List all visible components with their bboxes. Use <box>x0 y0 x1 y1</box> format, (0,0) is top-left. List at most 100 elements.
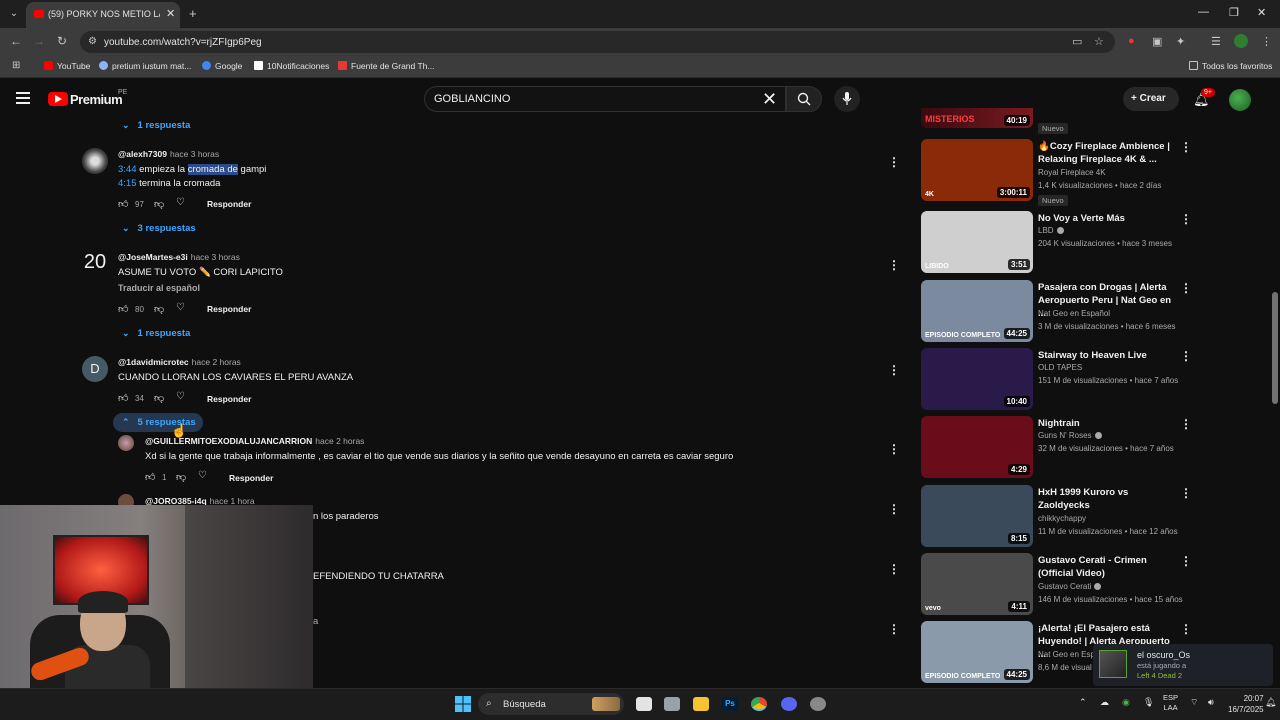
video-thumbnail[interactable]: EPISODIO COMPLETO 44:25 <box>921 621 1033 683</box>
windows-start-icon[interactable] <box>455 696 471 712</box>
comment-avatar[interactable] <box>82 148 108 174</box>
video-title[interactable]: No Voy a Verte Más <box>1038 212 1178 225</box>
view-replies-button[interactable]: ⌄ 1 respuesta <box>122 120 190 131</box>
tab-close-icon[interactable]: ✕ <box>166 7 175 20</box>
video-title[interactable]: Stairway to Heaven Live <box>1038 349 1178 362</box>
bookmark-pretium[interactable]: pretium iustum mat... <box>99 61 191 71</box>
like-icon[interactable]: 👍︎ <box>145 471 155 483</box>
account-avatar[interactable] <box>1229 89 1251 111</box>
reply-avatar[interactable] <box>118 435 134 451</box>
cast-icon[interactable]: ▭ <box>1072 35 1082 48</box>
onedrive-icon[interactable]: ☁ <box>1100 697 1109 708</box>
reply-button[interactable]: Responder <box>207 199 251 209</box>
dislike-icon[interactable]: 👎︎ <box>176 471 186 483</box>
video-channel[interactable]: Gustavo Cerati <box>1038 582 1102 591</box>
like-icon[interactable]: 👍︎ <box>118 198 128 210</box>
like-icon[interactable]: 👍︎ <box>118 303 128 315</box>
window-close-icon[interactable]: ✕ <box>1257 6 1266 19</box>
bookmark-fuente[interactable]: Fuente de Grand Th... <box>338 61 434 71</box>
view-replies-button[interactable]: ⌄ 3 respuestas <box>122 223 196 234</box>
dislike-icon[interactable]: 👎︎ <box>154 392 164 404</box>
extension-red-icon[interactable]: ● <box>1128 35 1135 47</box>
reload-icon[interactable]: ↻ <box>57 34 67 48</box>
view-replies-button[interactable]: ⌄ 1 respuesta <box>122 328 190 339</box>
language-indicator[interactable]: ESP LAA <box>1163 693 1178 713</box>
menu-icon[interactable] <box>16 92 30 107</box>
comment-more-icon[interactable]: ⋮ <box>888 363 900 377</box>
clear-search-icon[interactable]: ✕ <box>762 89 777 109</box>
video-thumbnail[interactable]: 8:15 <box>921 485 1033 547</box>
browser-tab[interactable]: (59) PORKY NOS METIO LA RATA ✕ <box>26 2 180 28</box>
heart-icon[interactable]: ♡ <box>176 391 185 402</box>
app-icon[interactable] <box>810 697 826 711</box>
dislike-icon[interactable]: 👎︎ <box>154 303 164 315</box>
video-more-icon[interactable]: ⋮ <box>1180 281 1192 295</box>
video-channel[interactable]: OLD TAPES <box>1038 363 1082 372</box>
video-title[interactable]: Nightrain <box>1038 417 1178 430</box>
reply-button[interactable]: Responder <box>207 394 251 404</box>
taskbar-search-label[interactable]: Búsqueda <box>503 699 546 710</box>
video-more-icon[interactable]: ⋮ <box>1180 349 1192 363</box>
video-channel[interactable]: Royal Fireplace 4K <box>1038 168 1106 177</box>
wifi-icon[interactable]: ⌔ <box>1190 697 1198 708</box>
video-more-icon[interactable]: ⋮ <box>1180 140 1192 154</box>
reading-list-icon[interactable]: ☰ <box>1211 35 1221 48</box>
minimize-icon[interactable]: — <box>1198 6 1209 18</box>
reply-button[interactable]: Responder <box>207 304 251 314</box>
video-more-icon[interactable]: ⋮ <box>1180 212 1192 226</box>
volume-icon[interactable]: 🔊︎ <box>1208 697 1214 708</box>
video-title[interactable]: 🔥Cozy Fireplace Ambience | Relaxing Fire… <box>1038 140 1178 166</box>
task-view-icon[interactable] <box>636 697 652 711</box>
extension-icon[interactable]: ▣ <box>1152 35 1162 48</box>
bookmark-x[interactable]: 10Notificaciones <box>254 61 329 71</box>
comment-more-icon[interactable]: ⋮ <box>888 258 900 272</box>
new-tab-button[interactable]: + <box>189 6 197 21</box>
site-info-icon[interactable]: ⚙ <box>88 36 97 47</box>
search-input-value[interactable]: GOBLIANCINO <box>434 93 510 105</box>
video-more-icon[interactable]: ⋮ <box>1180 622 1192 636</box>
translate-link[interactable]: Traducir al español <box>118 283 200 293</box>
reply-author[interactable]: @GUILLERMITOEXODIALUJANCARRION <box>145 436 312 446</box>
tab-search-icon[interactable]: ⌄ <box>6 6 22 22</box>
like-icon[interactable]: 👍︎ <box>118 392 128 404</box>
comment-more-icon[interactable]: ⋮ <box>888 622 900 636</box>
heart-icon[interactable]: ♡ <box>198 470 207 481</box>
comment-more-icon[interactable]: ⋮ <box>888 562 900 576</box>
restore-icon[interactable]: ❐ <box>1229 6 1239 19</box>
photoshop-icon[interactable]: Ps <box>722 697 738 711</box>
apps-grid-icon[interactable]: ⊞ <box>12 60 20 71</box>
discord-icon[interactable] <box>781 697 797 711</box>
comment-more-icon[interactable]: ⋮ <box>888 502 900 516</box>
search-highlight-icon[interactable] <box>592 697 620 711</box>
bookmark-google[interactable]: Google <box>202 61 242 71</box>
profile-avatar-icon[interactable] <box>1234 34 1248 48</box>
voice-search-button[interactable] <box>834 86 860 112</box>
microphone-tray-icon[interactable]: 🎙︎ <box>1143 697 1154 708</box>
video-more-icon[interactable]: ⋮ <box>1180 554 1192 568</box>
all-bookmarks[interactable]: Todos los favoritos <box>1189 61 1272 71</box>
page-scrollbar[interactable] <box>1272 292 1278 404</box>
reply-button[interactable]: Responder <box>229 473 273 483</box>
heart-icon[interactable]: ♡ <box>176 197 185 208</box>
chrome-icon[interactable] <box>751 697 767 711</box>
comment-author[interactable]: @alexh7309 <box>118 149 167 159</box>
chrome-menu-icon[interactable]: ⋮ <box>1261 35 1272 48</box>
video-thumbnail[interactable]: 10:40 <box>921 348 1033 410</box>
video-more-icon[interactable]: ⋮ <box>1180 486 1192 500</box>
video-channel[interactable]: Nat Geo en Esp <box>1038 650 1095 659</box>
search-button[interactable] <box>786 86 822 112</box>
video-thumbnail[interactable]: EPISODIO COMPLETO 44:25 <box>921 280 1033 342</box>
comment-author[interactable]: @JoseMartes-e3i <box>118 252 188 262</box>
video-thumbnail[interactable]: MISTERIOS 40:19 <box>921 108 1033 128</box>
timestamp-link[interactable]: 4:15 <box>118 178 137 189</box>
bookmark-youtube[interactable]: YouTube <box>44 61 90 71</box>
security-icon[interactable]: ◉ <box>1122 697 1130 708</box>
extensions-puzzle-icon[interactable]: ✦ <box>1176 35 1185 48</box>
video-thumbnail[interactable]: 4K 3:00:11 <box>921 139 1033 201</box>
heart-icon[interactable]: ♡ <box>176 302 185 313</box>
video-channel[interactable]: chikkychappy <box>1038 514 1086 523</box>
video-thumbnail[interactable]: LIBIDO 3:51 <box>921 211 1033 273</box>
video-thumbnail[interactable]: 4:29 <box>921 416 1033 478</box>
notification-center-icon[interactable]: 🔔︎ <box>1265 697 1276 708</box>
comment-more-icon[interactable]: ⋮ <box>888 442 900 456</box>
